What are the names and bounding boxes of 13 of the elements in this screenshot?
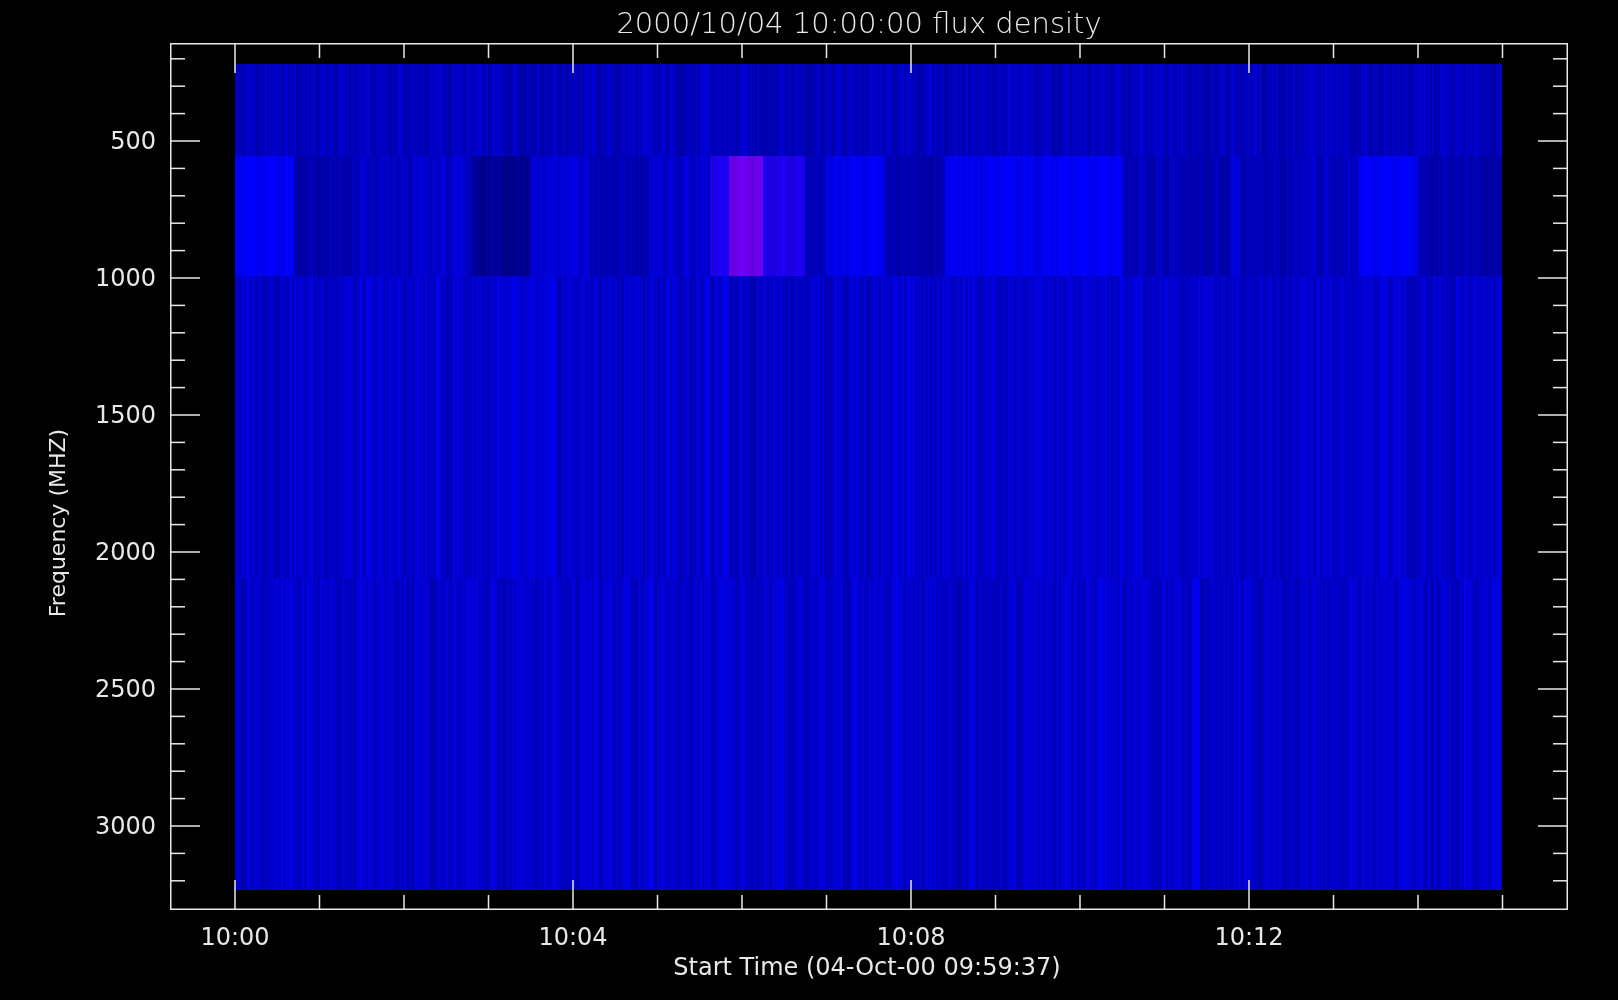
y-axis-label: Frequency (MHZ) — [44, 428, 70, 618]
y-tick-label: 500 — [110, 127, 156, 155]
y-tick-label: 2500 — [94, 675, 156, 703]
plot-title: 2000/10/04 10:00:00 flux density — [616, 5, 1102, 42]
x-tick-label: 10:12 — [1214, 923, 1284, 951]
x-tick-label: 10:00 — [200, 923, 270, 951]
y-tick-label: 2000 — [94, 538, 156, 566]
x-axis-label: Start Time (04-Oct-00 09:59:37) — [673, 953, 1061, 981]
x-tick-label: 10:08 — [876, 923, 946, 951]
y-tick-label: 1000 — [94, 264, 156, 292]
y-tick-label: 3000 — [94, 812, 156, 840]
x-tick-label: 10:04 — [538, 923, 608, 951]
y-tick-label: 1500 — [94, 401, 156, 429]
